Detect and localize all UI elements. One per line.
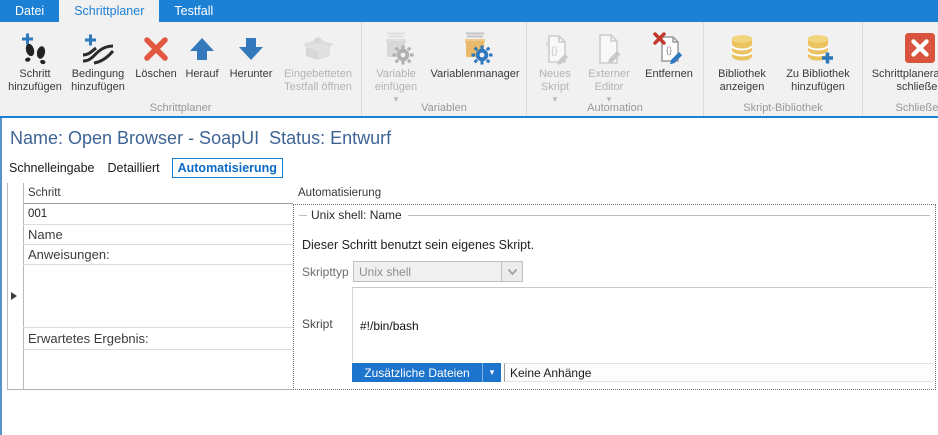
button-label: Zu Bibliothek — [786, 68, 850, 80]
move-up-button[interactable]: Herauf — [180, 25, 224, 81]
variable-manager-icon — [457, 26, 493, 68]
script-description: Dieser Schritt benutzt sein eigenes Skri… — [302, 238, 534, 252]
view-tab-bar: Schnelleingabe Detailliert Automatisieru… — [8, 158, 283, 178]
button-label: Neues — [539, 68, 571, 80]
button-label: Bedingung — [72, 68, 125, 80]
ribbon-tab-testfall[interactable]: Testfall — [159, 0, 228, 22]
button-label: Eingebetteten — [284, 68, 352, 80]
delete-button[interactable]: Löschen — [132, 25, 180, 81]
close-view-icon — [902, 26, 938, 68]
additional-files-label: Zusätzliche Dateien — [352, 366, 482, 380]
attachments-field[interactable]: Keine Anhänge — [504, 363, 933, 382]
column-header-automatisierung[interactable]: Automatisierung — [293, 183, 936, 204]
row-selector-gutter — [7, 204, 23, 390]
groupbox-title: Unix shell: Name — [307, 208, 408, 222]
current-row-marker-icon — [11, 292, 17, 300]
script-type-label: Skripttyp — [302, 265, 353, 279]
ribbon-group-schliessen: Schrittplaneransichtschließen Schließen — [863, 22, 938, 116]
ribbon-group-label: Schließen — [863, 102, 938, 114]
move-down-arrow-icon — [234, 26, 268, 68]
column-header-schritt[interactable]: Schritt — [23, 183, 293, 204]
script-editor[interactable]: #!/bin/bash # Sample bash script echo "s… — [352, 288, 933, 362]
move-down-button[interactable]: Herunter — [224, 25, 278, 81]
ribbon: Schritthinzufügen Bedingunghinzufügen — [0, 22, 938, 118]
delete-x-icon — [139, 26, 173, 68]
tab-schnelleingabe[interactable]: Schnelleingabe — [8, 158, 96, 178]
show-library-icon — [724, 26, 760, 68]
external-editor-icon — [592, 26, 626, 68]
script-type-select: Unix shell — [353, 261, 523, 282]
open-embedded-testcase-button: EingebettetenTestfall öffnen — [278, 25, 358, 93]
button-label: Herunter — [230, 68, 273, 80]
step-row-name[interactable]: Name — [23, 225, 293, 245]
schritt-column: 001 Name Anweisungen: Erwartetes Ergebni… — [23, 204, 293, 390]
automation-panel: Unix shell: Name Dieser Schritt benutzt … — [293, 204, 936, 390]
new-script-icon: {} — [538, 26, 572, 68]
ribbon-group-schrittplaner: Schritthinzufügen Bedingunghinzufügen — [0, 22, 362, 116]
new-script-button: {} NeuesSkript ▾ — [530, 25, 580, 103]
move-up-arrow-icon — [185, 26, 219, 68]
ribbon-tab-schrittplaner[interactable]: Schrittplaner — [59, 0, 159, 22]
button-label: Entfernen — [645, 68, 693, 80]
insert-variable-icon — [378, 26, 414, 68]
app-window: Datei Schrittplaner Testfall — [0, 0, 938, 435]
ribbon-tab-bar: Datei Schrittplaner Testfall — [0, 0, 938, 22]
button-label: Variable — [376, 68, 416, 80]
step-row-erwartetes-ergebnis[interactable]: Erwartetes Ergebnis: — [23, 328, 293, 350]
chevron-down-icon — [501, 262, 522, 281]
attachments-row: Zusätzliche Dateien ▾ Keine Anhänge — [352, 363, 933, 382]
script-groupbox-legend: Unix shell: Name — [299, 208, 930, 222]
add-to-library-button[interactable]: Zu Bibliothekhinzufügen — [777, 25, 859, 93]
step-row-anweisungen[interactable]: Anweisungen: — [23, 245, 293, 265]
ribbon-group-skript-bibliothek: Bibliothekanzeigen Zu Bibliothekhinzufüg… — [704, 22, 863, 116]
ribbon-group-label: Automation — [527, 102, 703, 114]
show-library-button[interactable]: Bibliothekanzeigen — [707, 25, 777, 93]
insert-variable-button: Variableeinfügen ▾ — [365, 25, 427, 103]
external-editor-button: ExternerEditor ▾ — [580, 25, 638, 103]
button-label: Externer — [588, 68, 630, 80]
tab-detailliert[interactable]: Detailliert — [107, 158, 161, 178]
add-condition-button[interactable]: Bedingunghinzufügen — [64, 25, 132, 93]
ribbon-tab-datei[interactable]: Datei — [0, 0, 59, 22]
grid-corner-cell — [7, 183, 23, 204]
remove-script-button[interactable]: {} Entfernen — [638, 25, 700, 81]
ribbon-group-automation: {} NeuesSkript ▾ ExternerEditor ▾ — [527, 22, 704, 116]
svg-text:{}: {} — [551, 46, 558, 57]
add-condition-tracks-icon — [81, 26, 115, 68]
additional-files-button[interactable]: Zusätzliche Dateien ▾ — [352, 363, 501, 382]
window-left-border — [0, 118, 2, 435]
script-line — [360, 403, 933, 417]
step-row-number[interactable]: 001 — [23, 204, 293, 225]
page-title: Name: Open Browser - SoapUI Status: Entw… — [10, 128, 391, 149]
button-label: Herauf — [185, 68, 218, 80]
add-step-button[interactable]: Schritthinzufügen — [6, 25, 64, 93]
remove-script-icon: {} — [652, 26, 686, 68]
ribbon-group-label: Variablen — [362, 102, 526, 114]
step-row-anweisungen-value[interactable] — [23, 265, 293, 328]
script-label: Skript — [302, 317, 333, 331]
tab-automatisierung[interactable]: Automatisierung — [172, 158, 283, 178]
svg-text:{}: {} — [666, 45, 672, 55]
grid-header: Schritt Automatisierung — [7, 183, 936, 204]
add-to-library-icon — [800, 26, 836, 68]
ribbon-group-variablen: Variableeinfügen ▾ Variablenmanager Var — [362, 22, 527, 116]
button-label: Schritt — [19, 68, 50, 80]
step-row-erwartetes-ergebnis-value[interactable] — [23, 350, 293, 390]
script-type-value: Unix shell — [354, 265, 501, 279]
ribbon-group-label: Schrittplaner — [0, 102, 361, 114]
button-label: Schrittplaneransicht — [872, 68, 938, 80]
button-label: Löschen — [135, 68, 177, 80]
close-view-button[interactable]: Schrittplaneransichtschließen — [866, 25, 938, 93]
add-step-footprints-icon — [18, 26, 52, 68]
script-line: #!/bin/bash — [360, 319, 933, 333]
ribbon-group-label: Skript-Bibliothek — [704, 102, 862, 114]
script-type-row: Skripttyp Unix shell — [302, 261, 523, 282]
button-label: Variablenmanager — [430, 68, 519, 80]
variable-manager-button[interactable]: Variablenmanager — [427, 25, 523, 81]
open-embedded-testcase-icon — [301, 26, 335, 68]
button-label: Bibliothek — [718, 68, 766, 80]
dropdown-caret-icon[interactable]: ▾ — [482, 363, 501, 382]
